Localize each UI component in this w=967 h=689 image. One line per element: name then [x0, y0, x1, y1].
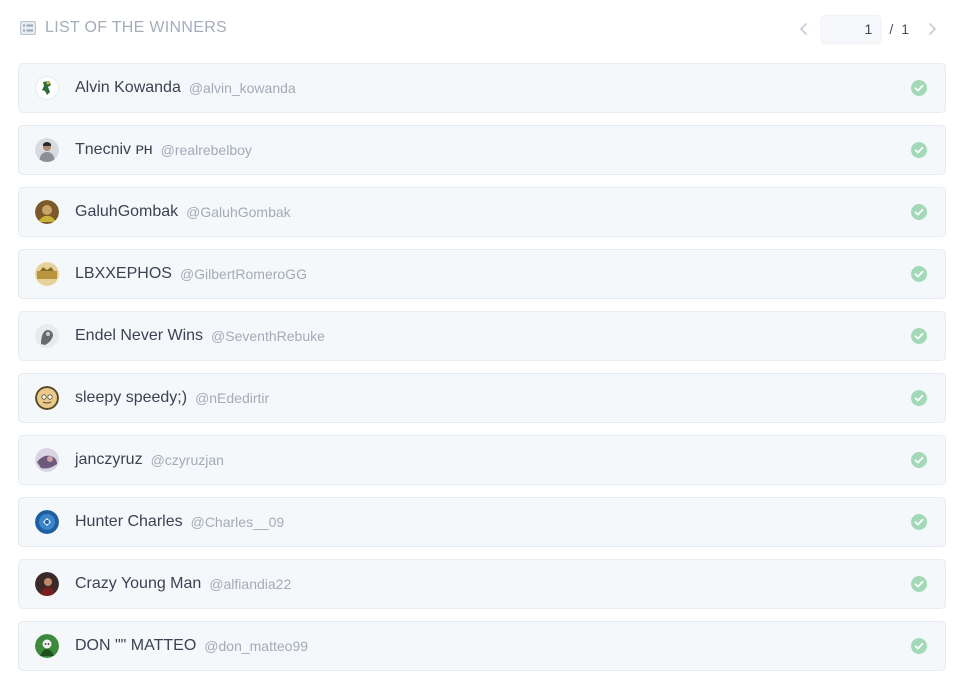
winner-list: Alvin Kowanda @alvin_kowanda Tnecniv ᴘʜ … — [18, 63, 946, 683]
list-item[interactable]: Alvin Kowanda @alvin_kowanda — [18, 63, 946, 113]
list-icon — [20, 21, 36, 35]
list-item[interactable]: LBXXEPHOS @GilbertRomeroGG — [18, 249, 946, 299]
list-item[interactable]: GaluhGombak @GaluhGombak — [18, 187, 946, 237]
check-circle-icon — [911, 204, 927, 220]
list-item[interactable]: DON "" MATTEO @don_matteo99 — [18, 621, 946, 671]
winner-handle[interactable]: @don_matteo99 — [204, 638, 308, 654]
avatar — [35, 262, 59, 286]
avatar — [35, 386, 59, 410]
winners-header: LIST OF THE WINNERS / 1 — [0, 0, 967, 58]
list-item[interactable]: Tnecniv ᴘʜ @realrebelboy — [18, 125, 946, 175]
winner-name: GaluhGombak — [75, 203, 179, 220]
winner-name: Hunter Charles — [75, 513, 183, 530]
winner-handle[interactable]: @alfiandia22 — [209, 576, 291, 592]
check-circle-icon — [911, 142, 927, 158]
list-item[interactable]: janczyruz @czyruzjan — [18, 435, 946, 485]
winner-handle[interactable]: @SeventhRebuke — [211, 328, 325, 344]
check-circle-icon — [911, 452, 927, 468]
avatar — [35, 572, 59, 596]
winner-handle[interactable]: @czyruzjan — [151, 452, 224, 468]
winner-name: Alvin Kowanda — [75, 79, 181, 96]
chevron-right-icon[interactable] — [917, 14, 947, 44]
list-item[interactable]: Endel Never Wins @SeventhRebuke — [18, 311, 946, 361]
winner-handle[interactable]: @Charles__09 — [191, 514, 285, 530]
check-circle-icon — [911, 638, 927, 654]
chevron-left-icon[interactable] — [789, 14, 819, 44]
winner-name: Endel Never Wins — [75, 327, 204, 344]
page-separator: / — [889, 21, 894, 37]
avatar — [35, 634, 59, 658]
total-pages: 1 — [901, 21, 909, 37]
winner-handle[interactable]: @alvin_kowanda — [189, 80, 296, 96]
winner-name: Crazy Young Man — [75, 575, 202, 592]
check-circle-icon — [911, 514, 927, 530]
page-number-input[interactable] — [821, 15, 882, 43]
winner-handle[interactable]: @nEdedirtir — [195, 390, 269, 406]
winner-handle[interactable]: @GilbertRomeroGG — [180, 266, 307, 282]
avatar — [35, 324, 59, 348]
page-title: LIST OF THE WINNERS — [45, 19, 228, 36]
check-circle-icon — [911, 80, 927, 96]
pagination: / 1 — [789, 14, 947, 44]
list-item[interactable]: Hunter Charles @Charles__09 — [18, 497, 946, 547]
winner-name: DON "" MATTEO — [75, 637, 197, 654]
winner-name: sleepy speedy;) — [75, 389, 188, 406]
winner-name: LBXXEPHOS — [75, 265, 172, 282]
winner-handle[interactable]: @realrebelboy — [161, 142, 252, 158]
winner-name: janczyruz — [75, 451, 143, 468]
list-item[interactable]: Crazy Young Man @alfiandia22 — [18, 559, 946, 609]
check-circle-icon — [911, 576, 927, 592]
avatar — [35, 76, 59, 100]
title-group: LIST OF THE WINNERS — [20, 19, 227, 37]
check-circle-icon — [911, 266, 927, 282]
avatar — [35, 138, 59, 162]
check-circle-icon — [911, 328, 927, 344]
avatar — [35, 200, 59, 224]
check-circle-icon — [911, 390, 927, 406]
avatar — [35, 448, 59, 472]
winner-name: Tnecniv ᴘʜ — [75, 141, 153, 158]
list-item[interactable]: sleepy speedy;) @nEdedirtir — [18, 373, 946, 423]
winner-handle[interactable]: @GaluhGombak — [186, 204, 290, 220]
avatar — [35, 510, 59, 534]
